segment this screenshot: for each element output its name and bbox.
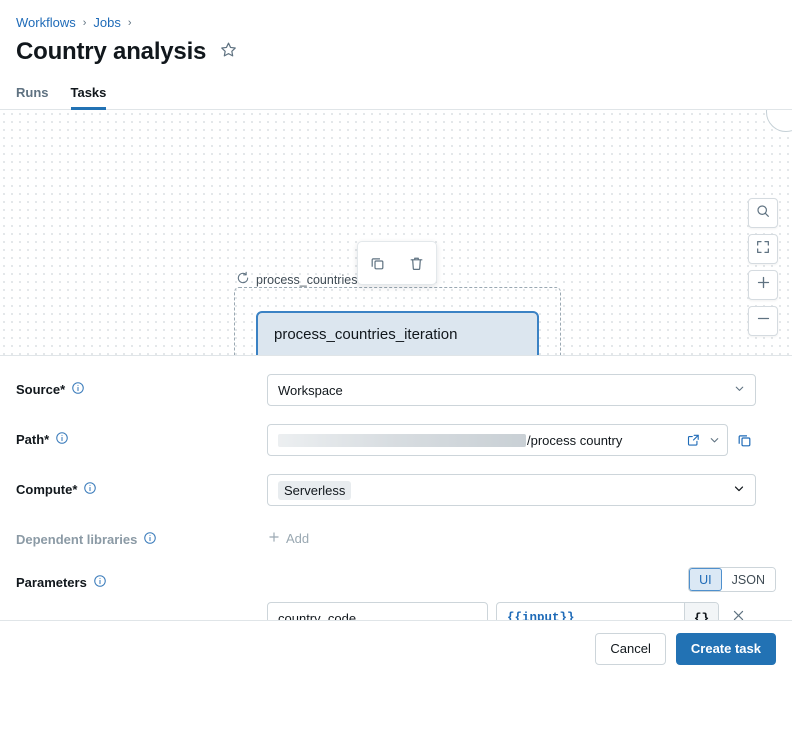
minus-icon: [755, 310, 772, 332]
copy-path-icon[interactable]: [736, 432, 753, 449]
compute-label: Compute*: [16, 482, 77, 497]
external-link-icon[interactable]: [686, 433, 701, 448]
form-footer: Cancel Create task: [0, 620, 792, 676]
workflow-canvas[interactable]: process_countries process_countries_iter…: [0, 110, 792, 356]
add-dependent-library-button[interactable]: Add: [267, 524, 309, 547]
path-value-redacted: [278, 434, 526, 447]
source-select-value: Workspace: [278, 383, 343, 398]
parameters-mode-toggle: UI JSON: [688, 567, 776, 592]
parameters-label-group: Parameters: [16, 567, 267, 591]
parameters-mode-toggle-wrap: UI JSON: [267, 567, 776, 592]
breadcrumb-item-jobs[interactable]: Jobs: [93, 14, 120, 32]
fit-screen-icon: [755, 239, 771, 260]
path-input[interactable]: /process country: [267, 424, 728, 456]
field-row-path: Path* /process country: [16, 424, 776, 456]
task-node-process-countries-iteration[interactable]: process_countries_iteration /process cou…: [256, 311, 539, 356]
path-row: /process country: [267, 424, 776, 456]
dependent-libraries-label-group: Dependent libraries: [16, 524, 267, 548]
trash-icon[interactable]: [406, 253, 427, 274]
compute-control: Serverless: [267, 474, 776, 506]
task-settings-form: Source* Workspace Path*: [0, 356, 792, 676]
page-header: Workflows › Jobs › Country analysis: [0, 0, 792, 66]
chevron-down-icon[interactable]: [708, 434, 721, 447]
canvas-zoom-out-button[interactable]: [748, 306, 778, 336]
breadcrumb-separator-icon: ›: [83, 14, 87, 32]
tab-runs[interactable]: Runs: [16, 85, 49, 110]
compute-select-value: Serverless: [278, 481, 351, 500]
info-icon[interactable]: [71, 381, 85, 398]
field-row-compute: Compute* Serverless: [16, 474, 776, 506]
canvas-corner-control[interactable]: [766, 110, 792, 132]
parameters-label: Parameters: [16, 575, 87, 590]
canvas-controls: [748, 198, 778, 336]
dependent-libraries-control: Add: [267, 524, 776, 549]
breadcrumb-item-workflows[interactable]: Workflows: [16, 14, 76, 32]
chevron-down-icon: [732, 482, 746, 499]
path-value-suffix: /process country: [527, 433, 622, 448]
plus-icon: [755, 274, 772, 296]
breadcrumb-separator-icon: ›: [128, 14, 132, 32]
node-toolbar: [357, 241, 437, 285]
search-icon: [755, 203, 771, 224]
info-icon[interactable]: [143, 531, 157, 548]
info-icon[interactable]: [83, 481, 97, 498]
loop-icon: [236, 271, 250, 288]
field-row-source: Source* Workspace: [16, 374, 776, 406]
source-label-group: Source*: [16, 374, 267, 398]
path-control: /process country: [267, 424, 776, 456]
tab-bar: Runs Tasks: [0, 80, 792, 110]
source-control: Workspace: [267, 374, 776, 406]
field-row-dependent-libraries: Dependent libraries Add: [16, 524, 776, 549]
compute-select[interactable]: Serverless: [267, 474, 756, 506]
canvas-fit-screen-button[interactable]: [748, 234, 778, 264]
task-node-title: process_countries_iteration: [274, 325, 521, 345]
loop-group-label: process_countries: [236, 271, 357, 288]
path-label-group: Path*: [16, 424, 267, 448]
plus-icon: [267, 530, 281, 547]
path-label: Path*: [16, 432, 49, 447]
loop-label-text: process_countries: [256, 273, 357, 287]
chevron-down-icon: [733, 382, 746, 398]
title-row: Country analysis: [16, 38, 776, 66]
cancel-button[interactable]: Cancel: [595, 633, 665, 665]
canvas-zoom-in-button[interactable]: [748, 270, 778, 300]
create-task-button[interactable]: Create task: [676, 633, 776, 665]
source-label: Source*: [16, 382, 65, 397]
info-icon[interactable]: [93, 574, 107, 591]
parameters-mode-ui[interactable]: UI: [689, 568, 722, 591]
canvas-search-button[interactable]: [748, 198, 778, 228]
compute-label-group: Compute*: [16, 474, 267, 498]
parameters-mode-json[interactable]: JSON: [722, 568, 775, 591]
source-select[interactable]: Workspace: [267, 374, 756, 406]
info-icon[interactable]: [55, 431, 69, 448]
add-dependent-library-label: Add: [286, 531, 309, 546]
star-icon[interactable]: [220, 41, 237, 63]
breadcrumb: Workflows › Jobs ›: [16, 14, 776, 32]
dependent-libraries-label: Dependent libraries: [16, 532, 137, 547]
copy-icon[interactable]: [367, 253, 388, 274]
path-input-actions: [686, 433, 721, 448]
page-title: Country analysis: [16, 38, 206, 66]
tab-tasks[interactable]: Tasks: [71, 85, 107, 110]
